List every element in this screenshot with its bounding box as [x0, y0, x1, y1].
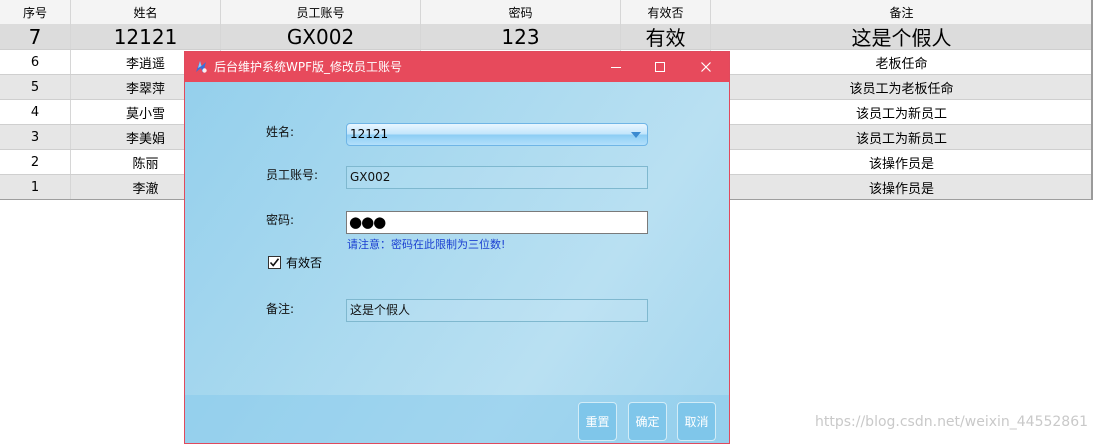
- column-header-password[interactable]: 密码: [421, 0, 621, 24]
- remark-label: 备注:: [266, 302, 295, 316]
- cell-remark: 该员工为新员工: [711, 100, 1093, 124]
- password-hint: 请注意：密码在此限制为三位数!: [347, 238, 506, 251]
- cell-seq: 4: [0, 100, 71, 124]
- cell-valid: 有效: [621, 24, 711, 49]
- cell-seq: 1: [0, 175, 71, 199]
- cell-remark: 该操作员是: [711, 175, 1093, 199]
- watermark-text: https://blog.csdn.net/weixin_44552861: [815, 414, 1089, 430]
- grid-header-row: 序号 姓名 员工账号 密码 有效否 备注: [0, 0, 1093, 25]
- reset-button[interactable]: 重置: [578, 402, 617, 441]
- cell-seq: 6: [0, 50, 71, 74]
- cell-remark: 老板任命: [711, 50, 1093, 74]
- edit-employee-dialog: 后台维护系统WPF版_修改员工账号 姓名: 12121 员工账号: GX002 …: [184, 51, 730, 444]
- name-label: 姓名:: [266, 125, 295, 139]
- chevron-down-icon[interactable]: [631, 132, 641, 138]
- cell-seq: 3: [0, 125, 71, 149]
- cell-name: 12121: [71, 24, 221, 49]
- close-button[interactable]: [683, 52, 729, 82]
- cell-remark: 该员工为老板任命: [711, 75, 1093, 99]
- cell-seq: 7: [0, 24, 71, 49]
- cancel-button[interactable]: 取消: [677, 402, 716, 441]
- cell-remark: 该操作员是: [711, 150, 1093, 174]
- minimize-icon: [611, 67, 621, 68]
- cell-remark: 这是个假人: [711, 24, 1093, 49]
- account-label: 员工账号:: [266, 168, 319, 182]
- column-header-name[interactable]: 姓名: [71, 0, 221, 24]
- remark-field[interactable]: 这是个假人: [346, 299, 648, 322]
- name-combobox-value: 12121: [350, 127, 389, 141]
- cell-password: 123: [421, 24, 621, 49]
- column-header-account[interactable]: 员工账号: [221, 0, 421, 24]
- name-combobox[interactable]: 12121: [346, 123, 648, 146]
- cell-account: GX002: [221, 24, 421, 49]
- valid-checkbox-label[interactable]: 有效否: [286, 254, 322, 271]
- minimize-button[interactable]: [593, 52, 639, 82]
- valid-checkbox[interactable]: [268, 256, 281, 269]
- close-icon: [701, 62, 711, 72]
- app-icon: [193, 59, 209, 75]
- confirm-button[interactable]: 确定: [628, 402, 667, 441]
- password-field[interactable]: ●●●: [346, 211, 648, 234]
- column-header-valid[interactable]: 有效否: [621, 0, 711, 24]
- column-header-remark[interactable]: 备注: [711, 0, 1093, 24]
- account-field[interactable]: GX002: [346, 166, 648, 189]
- table-row-selected[interactable]: 7 12121 GX002 123 有效 这是个假人: [0, 24, 1093, 50]
- cell-remark: 该员工为新员工: [711, 125, 1093, 149]
- checkmark-icon: [269, 258, 280, 267]
- maximize-button[interactable]: [637, 52, 683, 82]
- maximize-icon: [655, 62, 665, 72]
- column-header-seq[interactable]: 序号: [0, 0, 71, 24]
- cell-seq: 2: [0, 150, 71, 174]
- dialog-titlebar[interactable]: 后台维护系统WPF版_修改员工账号: [185, 52, 729, 82]
- dialog-title: 后台维护系统WPF版_修改员工账号: [214, 60, 403, 74]
- cell-seq: 5: [0, 75, 71, 99]
- password-label: 密码:: [266, 213, 295, 227]
